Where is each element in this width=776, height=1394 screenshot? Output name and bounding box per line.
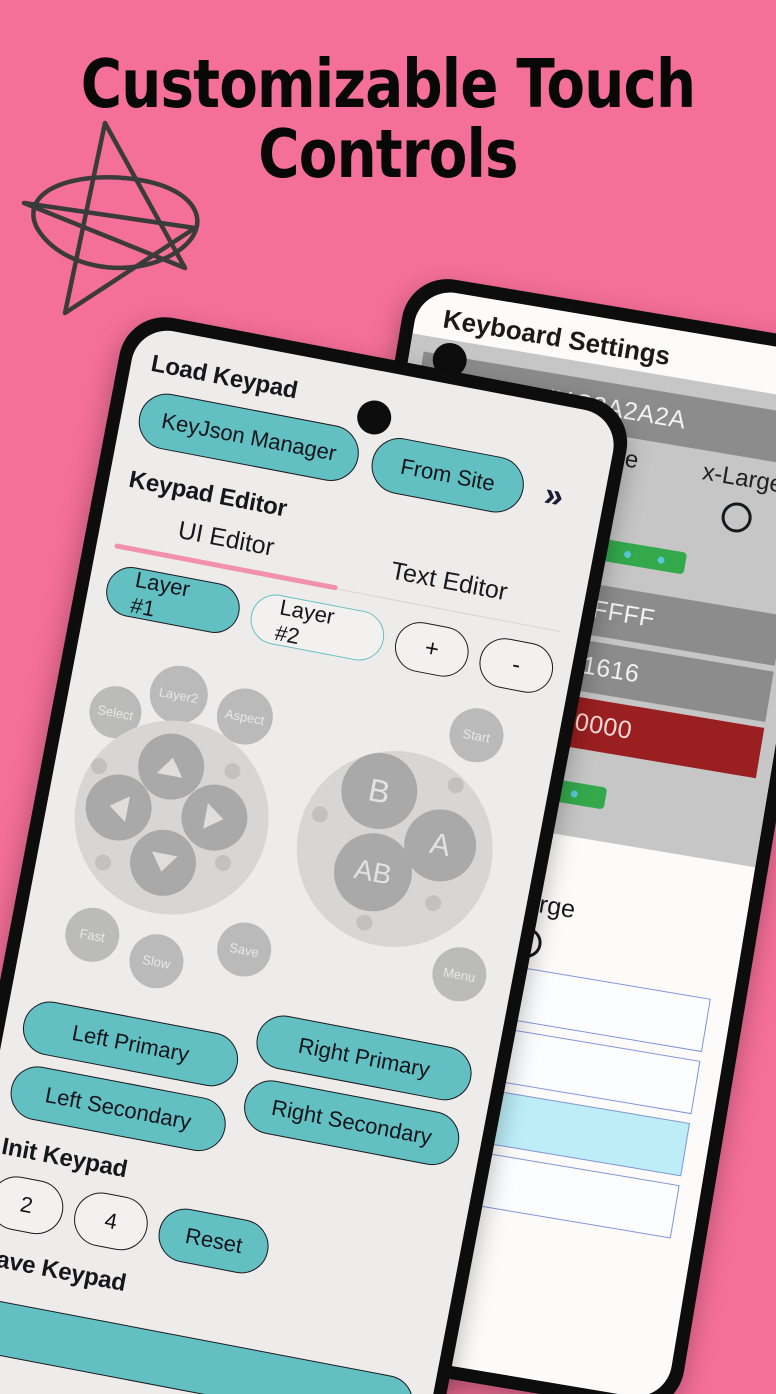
gamepad-save-button[interactable]: Save bbox=[212, 917, 276, 982]
init-option-2-button[interactable]: 2 bbox=[0, 1171, 68, 1239]
gamepad-start-button[interactable]: Start bbox=[444, 703, 509, 767]
slider-dot bbox=[623, 549, 632, 559]
headline-line-2: Controls bbox=[258, 115, 518, 194]
init-option-4-button[interactable]: 4 bbox=[69, 1187, 153, 1255]
star-doodle bbox=[21, 120, 200, 316]
arrow-left-icon bbox=[107, 793, 130, 822]
tab-text-editor[interactable]: Text Editor bbox=[386, 557, 509, 621]
arrow-up-icon bbox=[156, 755, 186, 778]
slider-dot bbox=[656, 555, 665, 564]
gamepad-layer2-button[interactable]: Layer2 bbox=[144, 660, 213, 729]
page-title: Customizable Touch Controls bbox=[0, 45, 776, 194]
gamepad-fast-button[interactable]: Fast bbox=[60, 903, 124, 967]
from-site-button[interactable]: From Site bbox=[367, 433, 529, 518]
arrow-right-icon bbox=[203, 803, 226, 833]
layer-2-button[interactable]: Layer #2 bbox=[246, 590, 389, 665]
remove-layer-button[interactable]: - bbox=[475, 634, 558, 697]
gamepad-menu-button[interactable]: Menu bbox=[427, 942, 491, 1006]
chevron-double-right-icon[interactable]: » bbox=[541, 475, 567, 516]
layer-1-button[interactable]: Layer #1 bbox=[101, 562, 244, 638]
headline-line-1: Customizable Touch bbox=[80, 45, 696, 123]
gamepad-slow-button[interactable]: Slow bbox=[124, 929, 189, 993]
reset-button[interactable]: Reset bbox=[153, 1204, 274, 1278]
assign-left-column: Left Primary Left Secondary bbox=[6, 996, 243, 1156]
radio-button[interactable] bbox=[719, 500, 754, 535]
slider-dot bbox=[570, 789, 579, 798]
size-option-label: x-Large bbox=[700, 458, 776, 499]
arrow-down-icon bbox=[148, 851, 178, 875]
add-layer-button[interactable]: + bbox=[390, 617, 473, 681]
